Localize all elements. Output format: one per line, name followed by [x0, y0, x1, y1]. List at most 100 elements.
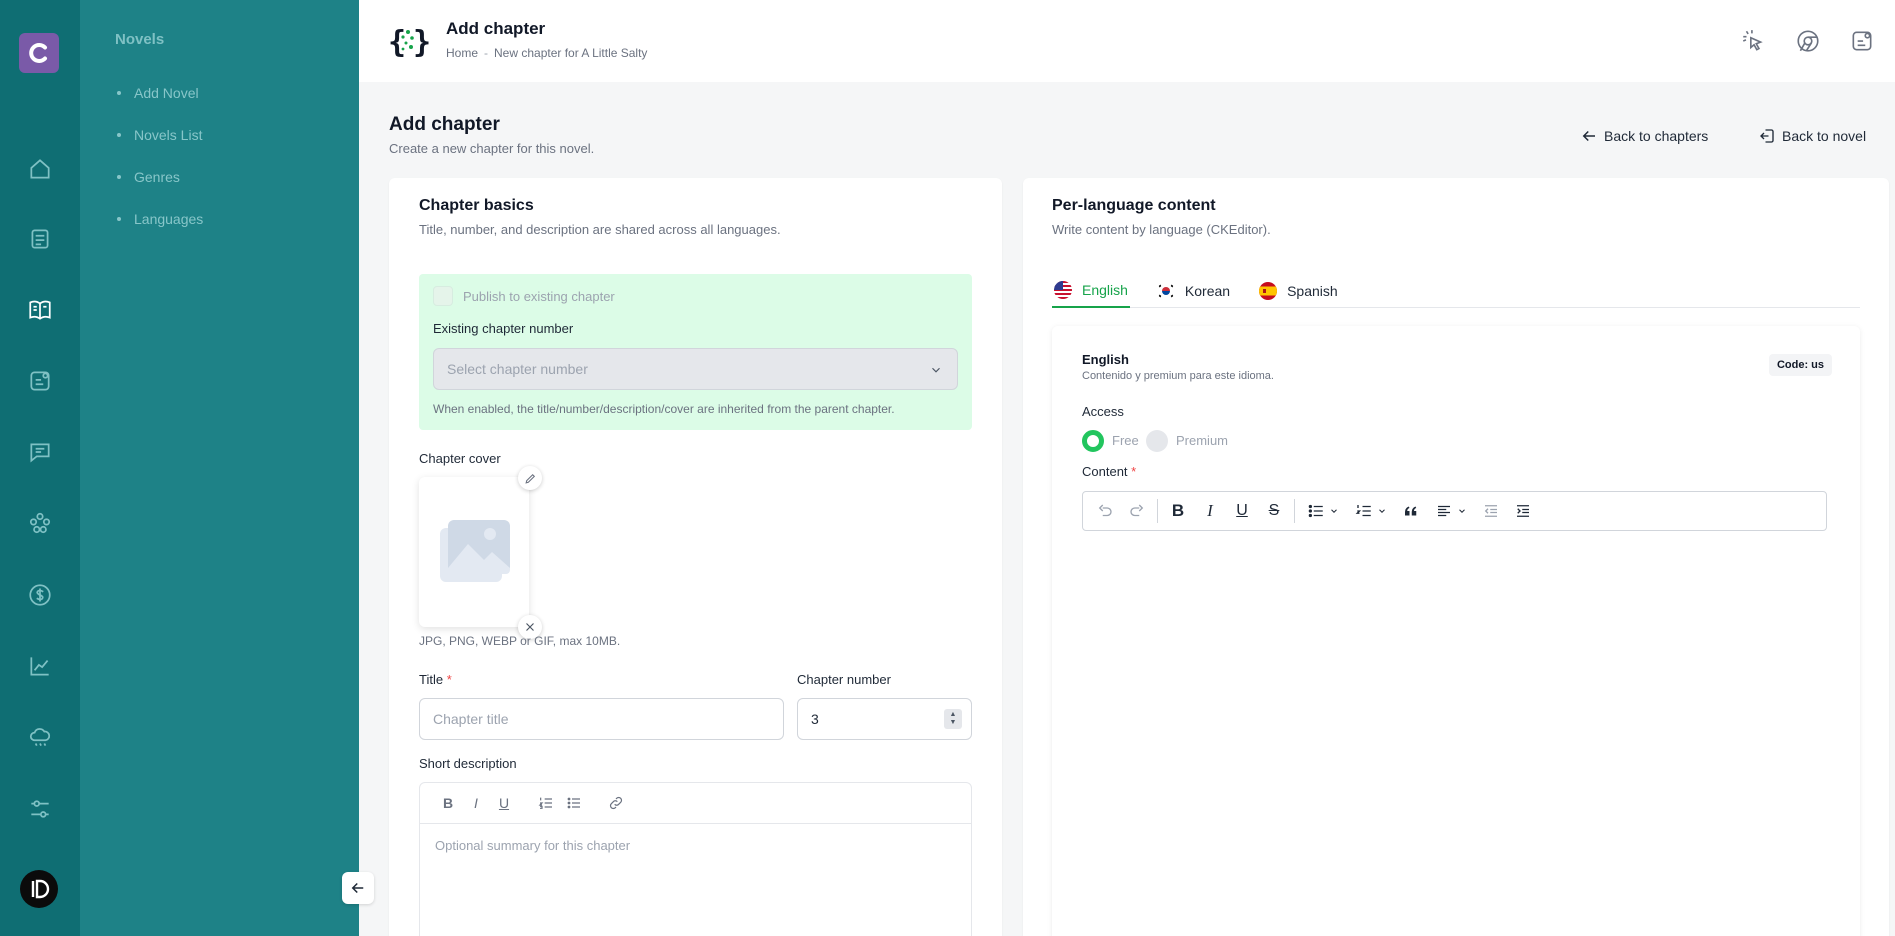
chevron-down-icon	[1459, 509, 1465, 513]
cover-format-hint: JPG, PNG, WEBP or GIF, max 10MB.	[419, 634, 621, 648]
arrow-left-icon	[1582, 130, 1595, 142]
app-logo-icon[interactable]	[19, 33, 59, 73]
tab-english[interactable]: English	[1052, 274, 1130, 308]
breadcrumb: Home - New chapter for A Little Salty	[446, 46, 647, 60]
publish-existing-box: Publish to existing chapter Existing cha…	[419, 274, 972, 430]
back-to-novel-button[interactable]: Back to novel	[1758, 122, 1866, 150]
korea-flag-icon	[1156, 282, 1175, 300]
per-language-title: Per-language content	[1052, 197, 1216, 214]
edit-cover-button[interactable]	[518, 466, 542, 490]
bold-button[interactable]: B	[1162, 495, 1194, 527]
language-subtitle: Contenido y premium para este idioma.	[1082, 370, 1274, 382]
users-icon[interactable]	[26, 509, 54, 537]
language-panel: English Contenido y premium para este id…	[1052, 326, 1860, 936]
publish-existing-checkbox[interactable]	[433, 286, 453, 306]
profile-card-icon[interactable]	[26, 367, 54, 395]
breadcrumb-separator: -	[484, 46, 489, 60]
content-label: Content *	[1082, 464, 1136, 479]
book-icon[interactable]	[26, 296, 54, 324]
required-mark: *	[446, 672, 452, 687]
spain-flag-icon	[1259, 282, 1278, 300]
cloud-icon[interactable]	[26, 723, 54, 751]
cursor-click-icon[interactable]	[1740, 28, 1766, 54]
underline-button[interactable]: U	[1226, 495, 1258, 527]
chart-icon[interactable]	[26, 652, 54, 680]
language-code-badge: Code: us	[1768, 354, 1832, 376]
tab-korean[interactable]: Korean	[1155, 274, 1232, 308]
arrow-left-icon	[351, 882, 364, 894]
number-stepper[interactable]: ▲ ▼	[944, 709, 962, 729]
existing-chapter-select[interactable]: Select chapter number	[433, 348, 958, 390]
subnav-item-novels-list[interactable]: Novels List	[115, 114, 203, 156]
collapse-sidebar-button[interactable]	[342, 872, 374, 904]
ordered-list-icon[interactable]	[532, 789, 560, 817]
chapter-number-label: Chapter number	[797, 672, 891, 687]
account-card-icon[interactable]	[1849, 28, 1875, 54]
access-premium-radio[interactable]	[1146, 430, 1168, 452]
tab-spanish[interactable]: Spanish	[1257, 274, 1340, 308]
content-required-mark: *	[1131, 464, 1137, 479]
chapter-cover-preview[interactable]	[419, 477, 529, 627]
close-icon	[526, 623, 534, 631]
chapter-cover-label: Chapter cover	[419, 451, 501, 466]
topbar-title: Add chapter	[446, 19, 546, 38]
existing-chapter-label: Existing chapter number	[433, 321, 574, 336]
user-avatar-icon[interactable]	[20, 870, 58, 908]
icon-rail	[0, 0, 80, 936]
message-icon[interactable]	[26, 438, 54, 466]
link-icon[interactable]	[602, 789, 630, 817]
tab-english-label: English	[1082, 282, 1128, 298]
short-description-input[interactable]	[419, 824, 972, 936]
indent-icon[interactable]	[1507, 495, 1539, 527]
page-title: Add chapter	[389, 114, 500, 135]
undo-icon[interactable]	[1089, 495, 1121, 527]
back-to-chapters-label: Back to chapters	[1604, 128, 1709, 144]
subnav-item-genres[interactable]: Genres	[115, 156, 203, 198]
alignment-dropdown[interactable]	[1427, 495, 1475, 527]
toolbar-separator	[1157, 499, 1158, 523]
numbered-list-dropdown[interactable]	[1347, 495, 1395, 527]
subnav-item-add-novel[interactable]: Add Novel	[115, 72, 203, 114]
italic-button[interactable]: I	[1194, 495, 1226, 527]
strikethrough-button[interactable]: S	[1258, 495, 1290, 527]
brand-braces-icon: { }	[388, 25, 429, 60]
blockquote-icon[interactable]	[1395, 495, 1427, 527]
home-icon[interactable]	[26, 155, 54, 183]
chrome-icon[interactable]	[1795, 28, 1821, 54]
svg-text:}: }	[413, 25, 429, 60]
title-label: Title *	[419, 672, 452, 687]
chevron-down-icon	[932, 367, 940, 373]
document-icon[interactable]	[26, 225, 54, 253]
language-name: English	[1082, 352, 1129, 367]
breadcrumb-home[interactable]: Home	[446, 46, 478, 60]
bullet-list-icon[interactable]	[560, 789, 588, 817]
novels-subnav: Novels Add Novel Novels List Genres Lang…	[80, 0, 359, 936]
chevron-down-icon	[1379, 509, 1385, 513]
redo-icon[interactable]	[1121, 495, 1153, 527]
image-placeholder-icon	[440, 520, 510, 582]
chapter-basics-card: Chapter basics Title, number, and descri…	[389, 178, 1002, 936]
toolbar-separator	[1294, 499, 1295, 523]
chapter-basics-title: Chapter basics	[419, 197, 534, 214]
chapter-number-field: ▲▼	[797, 698, 972, 740]
us-flag-icon	[1054, 281, 1072, 299]
bullet-list-dropdown[interactable]	[1299, 495, 1347, 527]
dollar-icon[interactable]	[26, 581, 54, 609]
outdent-icon[interactable]	[1475, 495, 1507, 527]
content-editor-toolbar: B I U S	[1082, 491, 1827, 531]
publish-existing-label: Publish to existing chapter	[463, 289, 615, 304]
chapter-title-input[interactable]	[419, 698, 784, 740]
subnav-heading: Novels	[115, 31, 165, 48]
bullet-list-icon	[1308, 504, 1323, 518]
sliders-icon[interactable]	[26, 795, 54, 823]
underline-button[interactable]: U	[490, 789, 518, 817]
content-label-text: Content	[1082, 464, 1128, 479]
tab-spanish-label: Spanish	[1287, 283, 1338, 299]
access-free-radio[interactable]	[1082, 430, 1104, 452]
back-to-novel-label: Back to novel	[1782, 128, 1867, 144]
bold-button[interactable]: B	[434, 789, 462, 817]
subnav-item-languages[interactable]: Languages	[115, 198, 203, 240]
breadcrumb-current: New chapter for A Little Salty	[494, 46, 648, 60]
back-to-chapters-button[interactable]: Back to chapters	[1580, 122, 1708, 150]
italic-button[interactable]: I	[462, 789, 490, 817]
